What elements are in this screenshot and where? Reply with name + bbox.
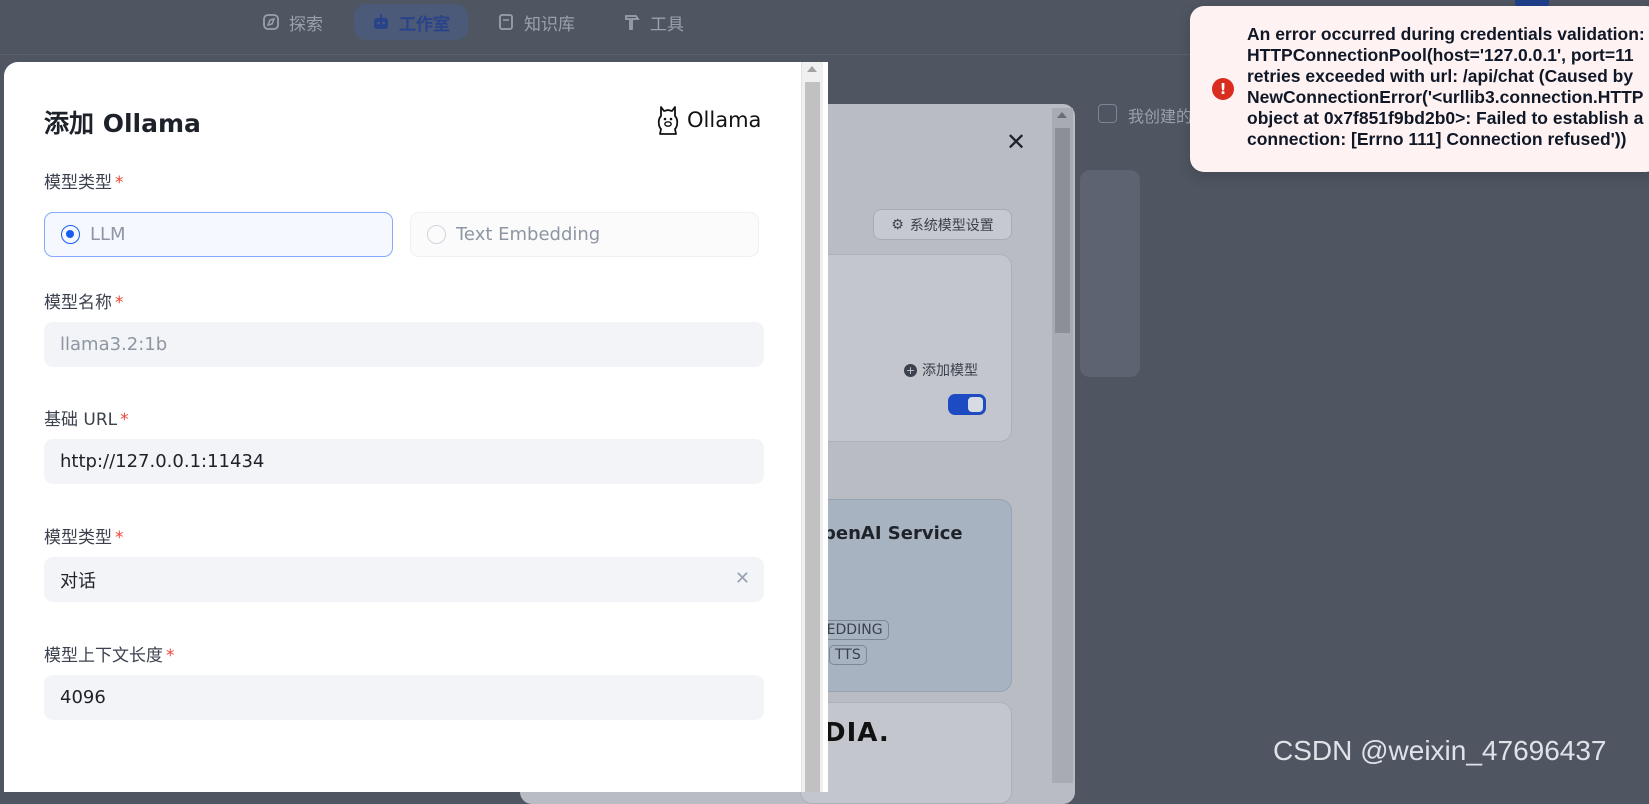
completion-type-select[interactable]: 对话 ✕	[44, 557, 764, 602]
scrollbar-thumb[interactable]	[805, 82, 820, 792]
compass-icon	[263, 14, 279, 30]
required-mark: *	[166, 646, 175, 666]
label-text: 基础 URL	[44, 410, 118, 430]
robot-icon	[374, 14, 388, 29]
input-value: 4096	[60, 687, 106, 708]
model-type-label: 模型类型 *	[44, 168, 124, 193]
context-length-input[interactable]: 4096	[44, 675, 764, 720]
llama-icon	[657, 106, 679, 135]
error-icon: !	[1212, 78, 1234, 100]
input-value: http://127.0.0.1:11434	[60, 451, 265, 472]
option-label: LLM	[90, 224, 126, 245]
brand-name: Ollama	[687, 108, 762, 132]
radio-selected-icon	[61, 225, 80, 244]
required-mark: *	[115, 528, 124, 548]
hammer-icon	[625, 15, 640, 30]
panel-scrollbar[interactable]	[1052, 108, 1073, 783]
required-mark: *	[115, 293, 124, 313]
add-model-button[interactable]: + 添加模型	[904, 360, 978, 380]
model-type-option-llm[interactable]: LLM	[44, 212, 393, 257]
add-model-label: 添加模型	[922, 363, 978, 379]
completion-type-label: 模型类型 *	[44, 523, 124, 548]
close-icon[interactable]: ✕	[1006, 128, 1026, 156]
error-message: An error occurred during credentials val…	[1247, 24, 1645, 149]
watermark: CSDN @weixin_47696437	[1273, 735, 1607, 766]
system-model-settings-label: 系统模型设置	[909, 217, 994, 234]
nav-label: 探索	[289, 14, 323, 35]
option-label: Text Embedding	[456, 224, 601, 245]
book-icon	[499, 14, 513, 30]
radio-unselected-icon	[427, 225, 446, 244]
nav-label: 工具	[650, 14, 684, 35]
nav-label: 知识库	[524, 14, 575, 35]
modal-title: 添加 Ollama	[44, 109, 201, 138]
gear-icon: ⚙	[891, 216, 904, 233]
error-toast: ! An error occurred during credentials v…	[1190, 6, 1649, 172]
label-text: 模型类型	[44, 173, 112, 193]
modal-scrollbar[interactable]	[801, 62, 823, 792]
scrollbar-thumb[interactable]	[1055, 128, 1070, 333]
nav-item-explore[interactable]: 探索	[262, 4, 323, 40]
model-name-input[interactable]: llama3.2:1b	[44, 322, 764, 367]
required-mark: *	[120, 410, 129, 430]
model-tag: TTS	[829, 645, 867, 665]
ollama-brand: Ollama	[655, 104, 761, 136]
created-by-me-checkbox[interactable]	[1098, 104, 1117, 123]
scroll-up-icon[interactable]	[807, 66, 817, 72]
label-text: 模型上下文长度	[44, 646, 163, 666]
context-length-label: 模型上下文长度 *	[44, 641, 175, 666]
label-text: 模型名称	[44, 293, 112, 313]
nvidia-logo: DIA.	[824, 718, 890, 748]
provider-toggle[interactable]	[948, 394, 986, 415]
input-placeholder: llama3.2:1b	[60, 334, 168, 355]
model-type-option-text-embedding[interactable]: Text Embedding	[410, 212, 759, 257]
label-text: 模型类型	[44, 528, 112, 548]
app-card[interactable]	[1080, 170, 1140, 377]
select-value: 对话	[60, 570, 96, 592]
clear-icon[interactable]: ✕	[735, 568, 750, 589]
required-mark: *	[115, 173, 124, 193]
base-url-input[interactable]: http://127.0.0.1:11434	[44, 439, 764, 484]
scroll-up-icon[interactable]	[1057, 112, 1067, 118]
system-model-settings-button[interactable]: ⚙ 系统模型设置	[873, 209, 1012, 240]
nav-item-knowledge[interactable]: 知识库	[497, 4, 575, 40]
nav-label: 工作室	[399, 14, 450, 35]
base-url-label: 基础 URL *	[44, 405, 129, 430]
created-by-me-label: 我创建的	[1128, 107, 1193, 126]
add-ollama-modal: 添加 Ollama Ollama 模型类型 * LLM Text Embeddin…	[4, 62, 828, 792]
nav-item-tools[interactable]: 工具	[623, 4, 684, 40]
model-name-label: 模型名称 *	[44, 288, 124, 313]
plus-circle-icon: +	[904, 363, 917, 377]
provider-card-title: penAI Service	[823, 523, 963, 544]
nav-item-studio[interactable]: 工作室	[354, 4, 468, 40]
